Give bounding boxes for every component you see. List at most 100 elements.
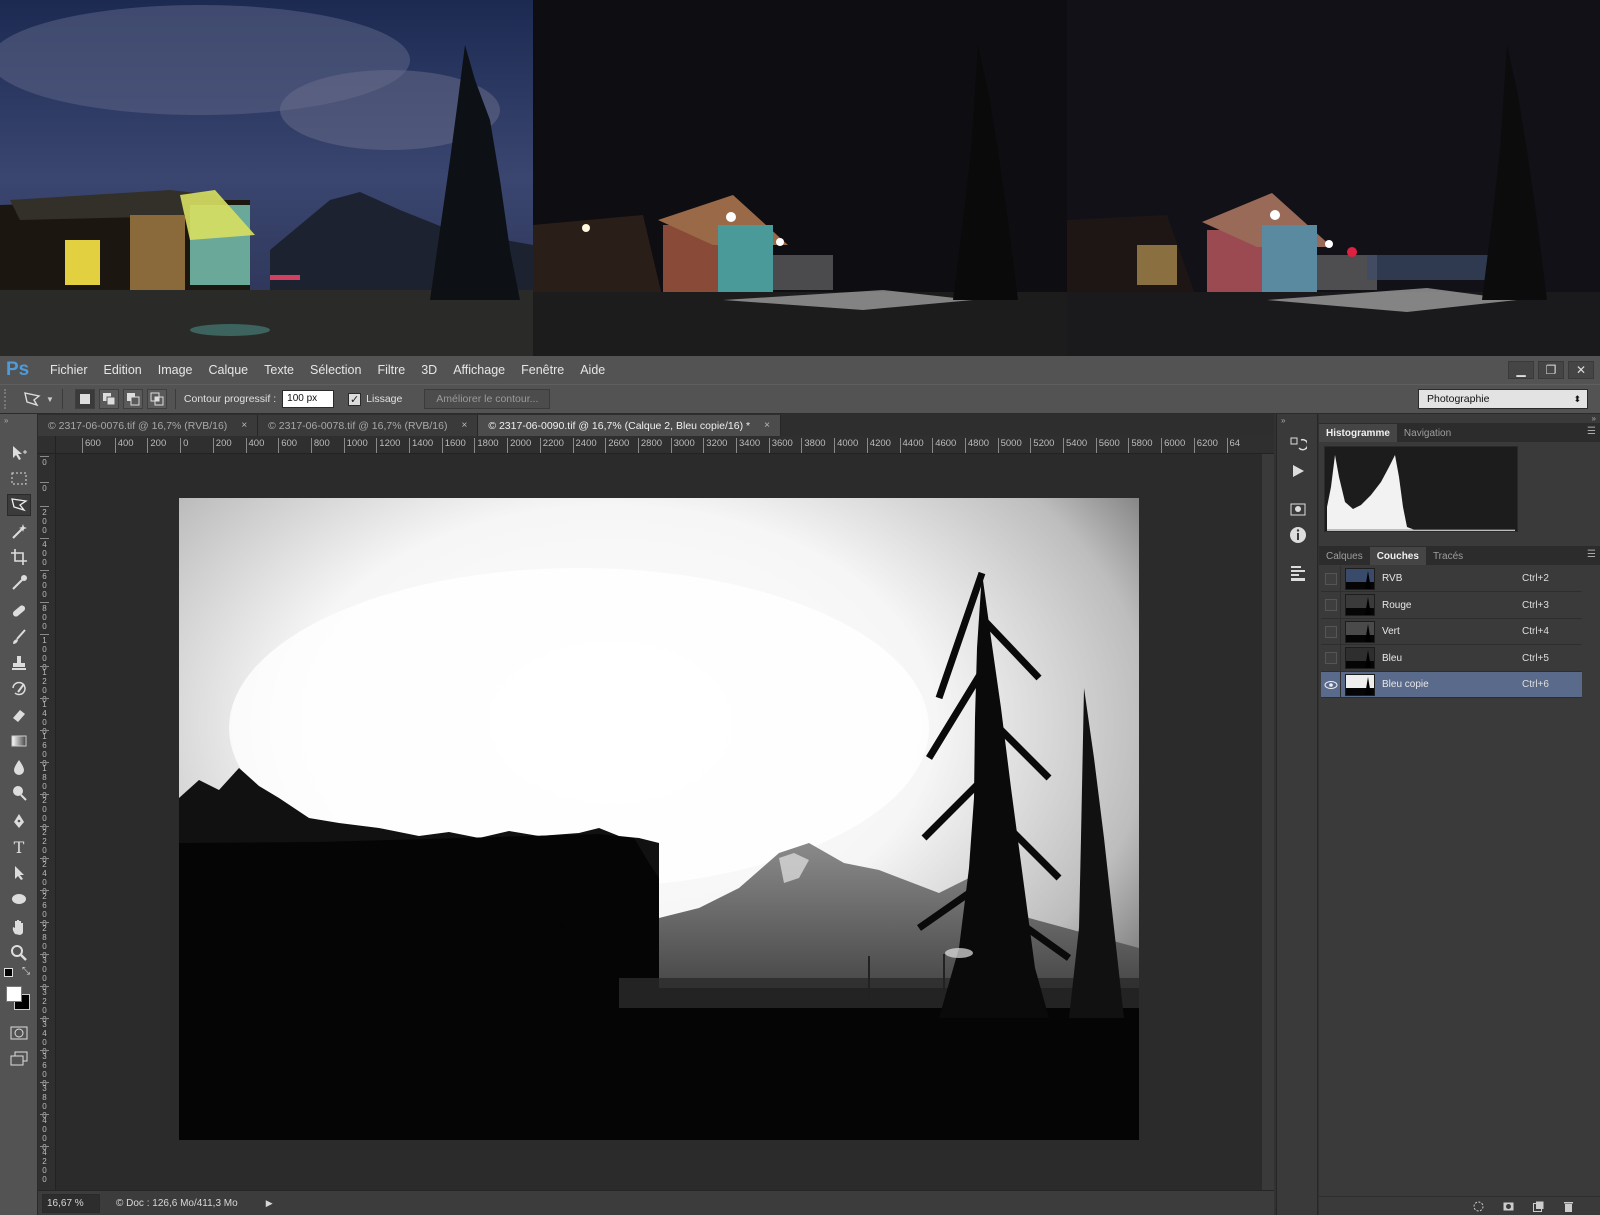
- tab-calques[interactable]: Calques: [1319, 547, 1370, 565]
- options-grip[interactable]: [4, 389, 12, 409]
- load-selection-icon[interactable]: [1473, 1201, 1484, 1212]
- zoom-level-field[interactable]: 16,67 %: [42, 1193, 100, 1213]
- history-panel-button[interactable]: [1286, 434, 1310, 456]
- actions-panel-button[interactable]: [1286, 460, 1310, 482]
- workspace-select[interactable]: Photographie ⬍: [1418, 389, 1588, 409]
- paragraph-styles-button[interactable]: [1286, 562, 1310, 584]
- menu-aide[interactable]: Aide: [572, 356, 613, 384]
- refine-edge-button[interactable]: Améliorer le contour...: [424, 389, 551, 409]
- intersect-selection-button[interactable]: [146, 389, 167, 409]
- channel-row[interactable]: RVB Ctrl+2: [1321, 565, 1582, 592]
- menu-3d[interactable]: 3D: [413, 356, 445, 384]
- channel-shortcut: Ctrl+3: [1522, 599, 1549, 611]
- quick-mask-button[interactable]: [7, 1022, 31, 1044]
- channel-row[interactable]: Bleu Ctrl+5: [1321, 645, 1582, 672]
- status-menu-arrow-icon[interactable]: ▶: [266, 1198, 273, 1209]
- vertical-scrollbar[interactable]: [1262, 454, 1274, 1190]
- save-selection-icon[interactable]: [1503, 1201, 1514, 1212]
- panel-menu-icon[interactable]: ☰: [1587, 426, 1596, 437]
- tab-navigation[interactable]: Navigation: [1397, 424, 1458, 442]
- visibility-toggle[interactable]: [1321, 618, 1341, 645]
- subtract-selection-button[interactable]: [122, 389, 143, 409]
- screen-mode-button[interactable]: [7, 1048, 31, 1070]
- document-tab[interactable]: © 2317-06-0076.tif @ 16,7% (RVB/16) ×: [38, 415, 259, 436]
- collapse-dock-icon[interactable]: »: [1281, 416, 1285, 425]
- hidden-eye-icon: [1324, 572, 1337, 585]
- visibility-toggle[interactable]: [1321, 565, 1341, 592]
- vertical-ruler[interactable]: 002 0 04 0 06 0 08 0 01 0 0 01 2 0 01 4 …: [38, 454, 56, 1190]
- panel-menu-icon[interactable]: ☰: [1587, 549, 1596, 560]
- visibility-toggle[interactable]: [1321, 645, 1341, 671]
- clone-stamp-tool[interactable]: [7, 652, 31, 674]
- ruler-tick-label: 4 0 0: [40, 538, 49, 567]
- magic-wand-tool[interactable]: [7, 520, 31, 542]
- visibility-toggle[interactable]: [1321, 671, 1341, 698]
- menu-affichage[interactable]: Affichage: [445, 356, 513, 384]
- updown-icon: ⬍: [1573, 394, 1581, 404]
- add-selection-button[interactable]: [98, 389, 119, 409]
- feather-input[interactable]: 100 px: [282, 390, 335, 408]
- trash-icon[interactable]: [1563, 1201, 1574, 1212]
- menu-calque[interactable]: Calque: [201, 356, 257, 384]
- dodge-tool[interactable]: [7, 782, 31, 804]
- minimize-button[interactable]: ▁: [1508, 361, 1534, 379]
- tab-couches[interactable]: Couches: [1369, 547, 1426, 565]
- default-colors-icon[interactable]: [4, 968, 13, 977]
- gradient-tool[interactable]: [7, 730, 31, 752]
- collapse-icon[interactable]: »: [4, 416, 8, 425]
- path-selection-tool[interactable]: [7, 862, 31, 884]
- document-canvas[interactable]: [179, 498, 1139, 1140]
- healing-brush-tool[interactable]: [7, 600, 31, 622]
- blur-tool[interactable]: [7, 756, 31, 778]
- collapse-panels-icon[interactable]: »: [1592, 414, 1596, 423]
- new-channel-icon[interactable]: [1533, 1201, 1544, 1212]
- pen-tool[interactable]: [7, 810, 31, 832]
- move-tool[interactable]: [7, 442, 31, 464]
- antialias-checkbox[interactable]: ✓: [348, 392, 362, 406]
- restore-button[interactable]: ❐: [1538, 361, 1564, 379]
- ruler-tick-label: 5200: [1030, 438, 1054, 453]
- properties-panel-button[interactable]: [1286, 498, 1310, 520]
- tool-preset-picker[interactable]: ▼: [22, 390, 54, 408]
- menu-fichier[interactable]: Fichier: [42, 356, 96, 384]
- info-panel-button[interactable]: [1286, 524, 1310, 546]
- menu-fenetre[interactable]: Fenêtre: [513, 356, 572, 384]
- document-tab[interactable]: © 2317-06-0090.tif @ 16,7% (Calque 2, Bl…: [478, 415, 781, 436]
- tab-traces[interactable]: Tracés: [1426, 547, 1470, 565]
- menu-image[interactable]: Image: [150, 356, 201, 384]
- type-tool[interactable]: T: [7, 836, 31, 858]
- marquee-tool[interactable]: [7, 468, 31, 490]
- tab-histogramme[interactable]: Histogramme: [1319, 424, 1397, 442]
- close-tab-icon[interactable]: ×: [241, 420, 247, 431]
- channel-row[interactable]: Bleu copie Ctrl+6: [1321, 671, 1582, 698]
- close-tab-icon[interactable]: ×: [461, 420, 467, 431]
- swap-colors-icon[interactable]: ⤡: [22, 966, 30, 977]
- menu-selection[interactable]: Sélection: [302, 356, 369, 384]
- close-tab-icon[interactable]: ×: [764, 420, 770, 431]
- menu-edition[interactable]: Edition: [96, 356, 150, 384]
- horizontal-ruler[interactable]: 600 400 200 0 200 400 600 800 1000 1200 1400 1600 18…: [56, 436, 1274, 454]
- channel-row[interactable]: Rouge Ctrl+3: [1321, 592, 1582, 619]
- channel-row[interactable]: Vert Ctrl+4: [1321, 618, 1582, 645]
- hand-tool[interactable]: [7, 916, 31, 938]
- photo-night: [533, 0, 1067, 356]
- new-selection-button[interactable]: [74, 389, 95, 409]
- crop-tool[interactable]: [7, 546, 31, 568]
- brush-tool[interactable]: [7, 626, 31, 648]
- document-tab[interactable]: © 2317-06-0078.tif @ 16,7% (RVB/16) ×: [258, 415, 479, 436]
- eyedropper-tool[interactable]: [7, 572, 31, 594]
- ellipse-icon: [12, 894, 26, 904]
- lasso-tool[interactable]: [7, 494, 31, 516]
- menu-texte[interactable]: Texte: [256, 356, 302, 384]
- ruler-corner[interactable]: [38, 436, 56, 454]
- history-brush-tool[interactable]: [7, 678, 31, 700]
- close-button[interactable]: ✕: [1568, 361, 1594, 379]
- eraser-tool[interactable]: [7, 704, 31, 726]
- canvas-area[interactable]: [56, 454, 1262, 1190]
- ellipse-tool[interactable]: [7, 888, 31, 910]
- foreground-color-swatch[interactable]: [6, 986, 22, 1002]
- menu-filtre[interactable]: Filtre: [369, 356, 413, 384]
- visibility-toggle[interactable]: [1321, 592, 1341, 618]
- zoom-tool[interactable]: [7, 942, 31, 964]
- photo-blue-hour: [0, 0, 533, 356]
